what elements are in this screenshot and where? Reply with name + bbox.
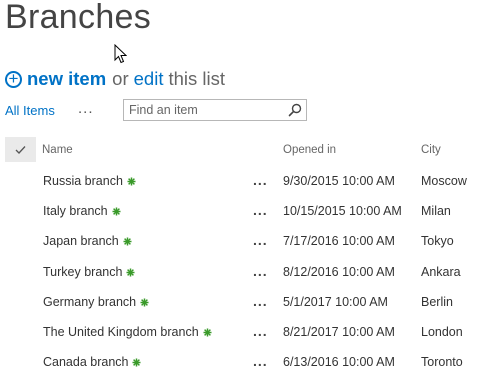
green-asterisk-icon [123, 237, 132, 246]
select-all-checkbox[interactable] [5, 137, 36, 162]
item-link[interactable]: Germany branch [43, 295, 136, 309]
row-menu-button[interactable]: ... [253, 293, 268, 309]
green-asterisk-icon [132, 358, 141, 367]
table-row[interactable]: Germany branch... 5/1/2017 10:00 AM Berlin [0, 287, 488, 317]
row-menu-button[interactable]: ... [253, 323, 268, 339]
row-menu-button[interactable]: ... [253, 263, 268, 279]
row-city-cell: London [421, 325, 463, 339]
row-city-cell: Ankara [421, 264, 461, 279]
row-opened-cell: 5/1/2017 10:00 AM [283, 294, 388, 309]
row-city-cell: Moscow [421, 174, 467, 188]
column-header-opened-in[interactable]: Opened in [283, 144, 336, 156]
mouse-pointer-icon [114, 44, 127, 64]
row-opened-cell: 8/12/2016 10:00 AM [283, 264, 395, 279]
row-city-cell: Berlin [421, 294, 453, 309]
row-menu-button[interactable]: ... [253, 353, 268, 369]
new-item-link[interactable]: new item [27, 68, 106, 90]
table-row[interactable]: Turkey branch... 8/12/2016 10:00 AM Ankara [0, 257, 488, 287]
table-row[interactable]: Japan branch... 7/17/2016 10:00 AM Tokyo [0, 226, 488, 256]
row-name-cell: Russia branch [43, 174, 136, 188]
green-asterisk-icon [203, 328, 212, 337]
table-row[interactable]: Canada branch... 6/13/2016 10:00 AM Toront… [0, 347, 488, 377]
green-asterisk-icon [127, 177, 136, 186]
or-text: or [112, 68, 129, 89]
row-menu-button[interactable]: ... [253, 232, 268, 248]
this-list-text: this list [168, 68, 225, 89]
item-link[interactable]: The United Kingdom branch [43, 325, 199, 339]
row-city-cell: Milan [421, 204, 451, 219]
row-opened-cell: 7/17/2016 10:00 AM [283, 234, 395, 249]
row-name-cell: The United Kingdom branch [43, 325, 212, 339]
row-opened-cell: 9/30/2015 10:00 AM [283, 174, 395, 188]
row-city-cell: Toronto [421, 355, 463, 370]
table-row[interactable]: Russia branch... 9/30/2015 10:00 AM Moscow [0, 166, 488, 196]
row-name-cell: Canada branch [43, 355, 141, 369]
row-opened-cell: 6/13/2016 10:00 AM [283, 355, 395, 370]
table-row[interactable]: Italy branch... 10/15/2015 10:00 AM Milan [0, 196, 488, 226]
new-item-command: + new item or edit this list [5, 67, 225, 91]
row-name-cell: Italy branch [43, 204, 121, 218]
table-header: Name Opened in City [5, 137, 488, 163]
view-bar: All Items ... [5, 99, 315, 123]
green-asterisk-icon [112, 207, 121, 216]
row-opened-cell: 8/21/2017 10:00 AM [283, 325, 395, 339]
checkmark-icon [15, 145, 26, 154]
row-name-cell: Germany branch [43, 295, 149, 309]
item-link[interactable]: Japan branch [43, 234, 119, 248]
row-name-cell: Turkey branch [43, 265, 135, 279]
item-link[interactable]: Turkey branch [43, 265, 122, 279]
page-title: Branches [5, 0, 152, 36]
green-asterisk-icon [140, 298, 149, 307]
view-more-button[interactable]: ... [78, 100, 94, 117]
row-menu-button[interactable]: ... [253, 172, 268, 188]
search-box [123, 99, 307, 121]
column-header-name[interactable]: Name [42, 144, 73, 156]
search-input[interactable] [124, 100, 289, 120]
table-row[interactable]: The United Kingdom branch... 8/21/2017 10… [0, 317, 488, 347]
row-name-cell: Japan branch [43, 234, 132, 248]
item-link[interactable]: Russia branch [43, 174, 123, 188]
item-link[interactable]: Italy branch [43, 204, 108, 218]
column-header-city[interactable]: City [421, 144, 441, 156]
search-icon[interactable] [288, 103, 302, 117]
row-menu-button[interactable]: ... [253, 202, 268, 218]
item-link[interactable]: Canada branch [43, 355, 128, 369]
row-city-cell: Tokyo [421, 234, 454, 249]
plus-circle-icon[interactable]: + [5, 70, 22, 88]
row-opened-cell: 10/15/2015 10:00 AM [283, 204, 402, 219]
view-all-items-link[interactable]: All Items [5, 103, 55, 118]
edit-link[interactable]: edit [134, 68, 164, 90]
green-asterisk-icon [126, 268, 135, 277]
